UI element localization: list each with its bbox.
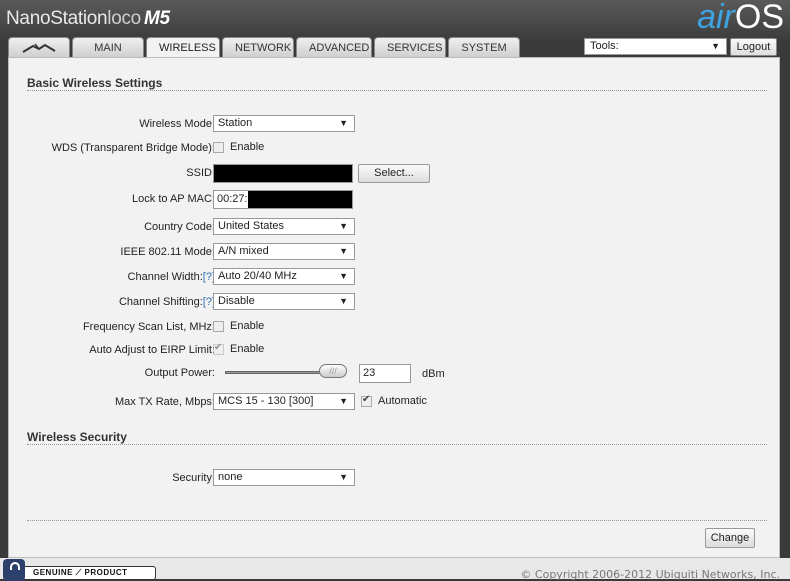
wireless-mode-value: Station <box>218 117 253 129</box>
tab-wireless[interactable]: WIRELESS <box>146 37 220 58</box>
genuine-product-badge: GENUINE ⟋ PRODUCT <box>3 559 156 581</box>
wds-label: WDS (Transparent Bridge Mode): <box>51 142 215 154</box>
max-tx-row: Max TX Rate, Mbps: MCS 15 - 130 [300] ▼ A… <box>9 393 781 413</box>
channel-shifting-label: Channel Shifting:[?] <box>119 296 215 308</box>
section-divider <box>27 444 767 445</box>
tab-system[interactable]: SYSTEM <box>448 37 520 57</box>
lock-icon <box>3 559 25 581</box>
tab-main[interactable]: MAIN <box>72 37 144 57</box>
section-divider <box>27 520 767 521</box>
channel-width-row: Channel Width:[?] Auto 20/40 MHz ▼ <box>9 268 781 288</box>
genuine-product-text: GENUINE ⟋ PRODUCT <box>33 568 128 577</box>
max-tx-select[interactable]: MCS 15 - 130 [300] ▼ <box>213 393 355 410</box>
chevron-down-icon: ▼ <box>339 246 348 256</box>
max-tx-label: Max TX Rate, Mbps: <box>114 396 215 408</box>
channel-width-label-text: Channel Width: <box>127 271 203 283</box>
lock-ap-input[interactable]: 00:27: <box>213 190 353 209</box>
logout-button[interactable]: Logout <box>730 38 777 56</box>
brand-name: NanoStation <box>6 8 108 29</box>
freq-scan-row: Frequency Scan List, MHz: Enable <box>9 318 781 338</box>
tab-ubiquiti-logo[interactable] <box>8 37 70 57</box>
output-power-label: Output Power: <box>144 367 215 379</box>
ieee-mode-label: IEEE 802.11 Mode: <box>120 246 215 258</box>
channel-shifting-value: Disable <box>218 295 255 307</box>
logo-os-text: OS <box>734 0 784 36</box>
basic-settings-title: Basic Wireless Settings <box>27 76 163 90</box>
wireless-mode-label: Wireless Mode: <box>139 118 215 130</box>
chevron-down-icon: ▼ <box>339 296 348 306</box>
wireless-security-title: Wireless Security <box>27 430 127 444</box>
auto-adjust-enable-label: Enable <box>230 343 265 356</box>
max-tx-value: MCS 15 - 130 [300] <box>218 395 314 407</box>
channel-shifting-label-text: Channel Shifting: <box>118 296 203 308</box>
wireless-mode-row: Wireless Mode: Station ▼ <box>9 115 781 135</box>
chevron-down-icon: ▼ <box>339 472 348 482</box>
channel-width-select[interactable]: Auto 20/40 MHz ▼ <box>213 268 355 285</box>
ieee-mode-row: IEEE 802.11 Mode: A/N mixed ▼ <box>9 243 781 263</box>
output-power-slider[interactable]: /// <box>213 364 358 382</box>
brand-suffix: M5 <box>143 8 170 29</box>
slider-handle[interactable]: /// <box>319 364 347 378</box>
copyright-text: © Copyright 2006-2012 Ubiquiti Networks,… <box>520 568 780 581</box>
redacted-block <box>247 191 352 208</box>
auto-adjust-enable-checkbox[interactable] <box>213 342 224 355</box>
wds-enable-checkbox[interactable] <box>213 141 224 153</box>
ieee-mode-value: A/N mixed <box>218 245 269 257</box>
brand-model: loco <box>107 8 141 29</box>
ssid-select-button[interactable]: Select... <box>358 164 430 183</box>
channel-shifting-row: Channel Shifting:[?] Disable ▼ <box>9 293 781 313</box>
ssid-input[interactable] <box>213 164 353 183</box>
channel-shifting-select[interactable]: Disable ▼ <box>213 293 355 310</box>
wireless-mode-select[interactable]: Station ▼ <box>213 115 355 132</box>
chevron-down-icon: ▼ <box>711 41 720 51</box>
country-code-row: Country Code: United States ▼ <box>9 218 781 238</box>
change-button[interactable]: Change <box>705 528 755 548</box>
ssid-row: SSID: Select... <box>9 164 781 184</box>
max-tx-automatic-label: Automatic <box>378 395 427 408</box>
chevron-down-icon: ▼ <box>339 221 348 231</box>
security-row: Security: none ▼ <box>9 469 781 489</box>
security-value: none <box>218 471 243 483</box>
security-label: Security: <box>172 472 215 484</box>
lock-ap-label: Lock to AP MAC: <box>132 193 215 205</box>
section-divider <box>27 90 767 91</box>
logo-air-text: air <box>697 0 735 36</box>
freq-scan-enable-checkbox[interactable] <box>213 320 224 332</box>
country-code-label: Country Code: <box>144 221 215 233</box>
lock-ap-row: Lock to AP MAC: 00:27: <box>9 190 781 210</box>
output-power-row: Output Power: /// 23 dBm <box>9 364 781 384</box>
tools-label: Tools: <box>590 40 619 52</box>
auto-adjust-label: Auto Adjust to EIRP Limit: <box>89 344 215 356</box>
auto-adjust-row: Auto Adjust to EIRP Limit: Enable <box>9 341 781 361</box>
chevron-down-icon: ▼ <box>339 396 348 406</box>
chevron-down-icon: ▼ <box>339 271 348 281</box>
wireless-settings-panel: Basic Wireless Settings Wireless Mode: S… <box>8 57 780 558</box>
tab-services[interactable]: SERVICES <box>374 37 446 57</box>
lock-ap-value: 00:27: <box>217 193 248 205</box>
freq-scan-enable-label: Enable <box>230 320 265 333</box>
tab-network[interactable]: NETWORK <box>222 37 294 57</box>
max-tx-automatic-checkbox[interactable] <box>361 394 372 407</box>
wds-row: WDS (Transparent Bridge Mode): Enable <box>9 139 781 159</box>
ssid-label: SSID: <box>186 167 215 179</box>
brand-title: NanoStationloco M5 <box>6 8 170 30</box>
ieee-mode-select[interactable]: A/N mixed ▼ <box>213 243 355 260</box>
wds-enable-label: Enable <box>230 141 265 154</box>
tab-advanced[interactable]: ADVANCED <box>296 37 372 57</box>
country-code-value: United States <box>218 220 285 232</box>
tools-dropdown[interactable]: Tools: ▼ <box>584 38 727 55</box>
ubiquiti-logo-icon <box>22 43 56 53</box>
airos-logo: airOS <box>697 0 784 37</box>
freq-scan-label: Frequency Scan List, MHz: <box>82 321 215 333</box>
security-select[interactable]: none ▼ <box>213 469 355 486</box>
channel-width-label: Channel Width:[?] <box>128 271 215 283</box>
top-bar: NanoStationloco M5 airOS <box>0 0 790 40</box>
output-power-input[interactable]: 23 <box>359 364 411 383</box>
channel-width-value: Auto 20/40 MHz <box>218 270 297 282</box>
main-tabs: MAIN WIRELESS NETWORK ADVANCED SERVICES … <box>8 37 522 58</box>
country-code-select[interactable]: United States ▼ <box>213 218 355 235</box>
chevron-down-icon: ▼ <box>339 118 348 128</box>
output-power-unit: dBm <box>422 368 445 380</box>
